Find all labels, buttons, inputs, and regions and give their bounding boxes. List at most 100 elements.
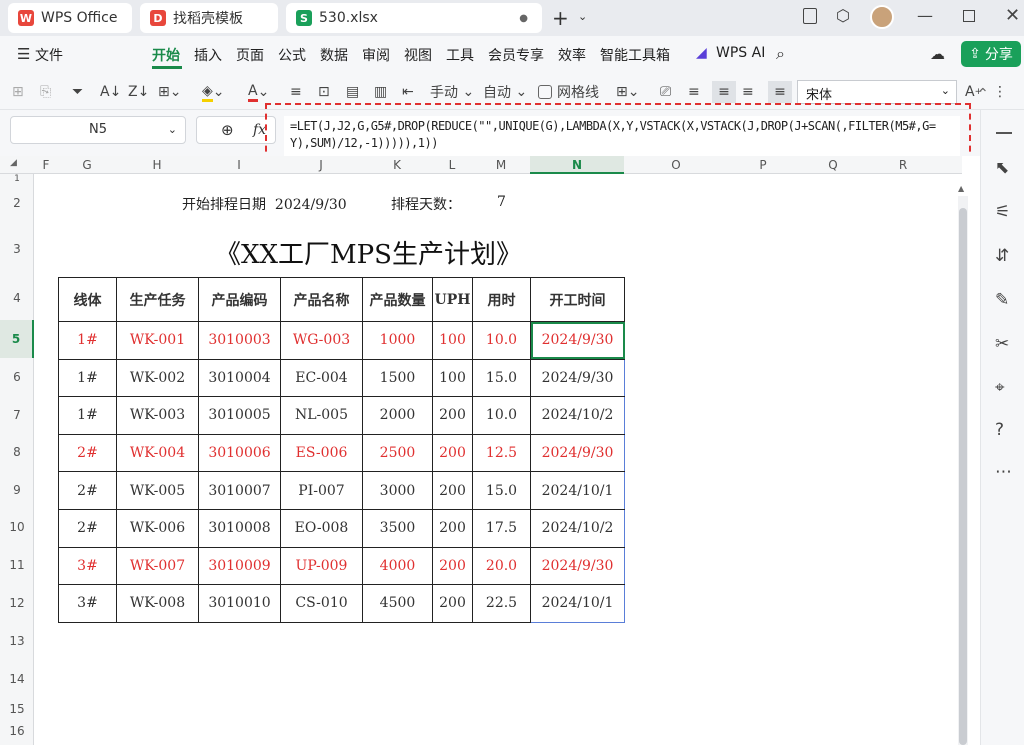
table-cell[interactable]: 1000 xyxy=(362,321,433,360)
column-header-I[interactable]: I xyxy=(198,156,280,174)
indent-icon[interactable]: ⇤ xyxy=(402,81,414,103)
fill-color-icon[interactable]: ◈ ⌄ xyxy=(202,81,225,103)
cloud-sync-icon[interactable]: ☁ xyxy=(930,45,945,63)
table-cell[interactable]: 2500 xyxy=(362,433,433,473)
menu-page[interactable]: 页面 xyxy=(236,45,264,65)
row-height-icon[interactable]: ▤ xyxy=(346,81,359,103)
hamburger-icon[interactable]: ☰ xyxy=(17,45,30,63)
menu-member[interactable]: 会员专享 xyxy=(488,45,544,65)
row-header-10[interactable]: 10 xyxy=(0,508,34,546)
table-cell[interactable]: WK-004 xyxy=(116,433,199,473)
table-cell[interactable]: 200 xyxy=(432,508,473,548)
table-cell[interactable]: 2024/10/2 xyxy=(530,508,625,548)
table-cell[interactable]: 3010007 xyxy=(198,471,281,510)
tab-530-xlsx[interactable]: S 530.xlsx ● xyxy=(286,3,542,33)
sort-desc-icon[interactable]: Z↓ xyxy=(128,81,149,103)
table-cell[interactable]: 3010008 xyxy=(198,508,281,548)
table-cell[interactable]: 2024/9/30 xyxy=(530,546,625,586)
row-header-11[interactable]: 11 xyxy=(0,546,34,584)
table-cell[interactable]: EC-004 xyxy=(280,358,363,398)
table-cell[interactable]: UP-009 xyxy=(280,546,363,586)
avatar[interactable] xyxy=(870,5,894,29)
table-cell[interactable]: 20.0 xyxy=(472,546,531,586)
table-cell[interactable]: 1# xyxy=(58,358,117,398)
font-select[interactable]: 宋体 ⌄ xyxy=(797,80,957,104)
column-header-R[interactable]: R xyxy=(868,156,938,174)
table-cell[interactable]: 3010009 xyxy=(198,546,281,586)
table-cell[interactable]: PI-007 xyxy=(280,471,363,510)
tools-icon[interactable]: ✂ xyxy=(995,334,1009,354)
paste-format-icon[interactable]: ⎘ xyxy=(40,81,51,103)
menu-efficiency[interactable]: 效率 xyxy=(558,45,586,65)
table-cell[interactable]: 200 xyxy=(432,584,473,623)
menu-home[interactable]: 开始 xyxy=(152,45,180,65)
new-tab-icon[interactable]: + xyxy=(552,6,569,30)
table-cell[interactable]: 17.5 xyxy=(472,508,531,548)
table-cell[interactable]: 200 xyxy=(432,433,473,473)
table-cell[interactable]: 200 xyxy=(432,396,473,435)
unsaved-dot-icon[interactable]: ● xyxy=(519,13,528,24)
column-header-L[interactable]: L xyxy=(432,156,472,174)
table-cell[interactable]: 100 xyxy=(432,321,473,360)
chevron-down-icon[interactable]: ⌄ xyxy=(578,10,587,23)
window-layout-icon[interactable] xyxy=(803,8,817,24)
header-cell[interactable]: 线体 xyxy=(58,277,117,322)
table-cell[interactable]: 3010010 xyxy=(198,584,281,623)
table-cell[interactable]: 3# xyxy=(58,584,117,623)
header-cell[interactable]: 用时 xyxy=(472,277,531,322)
collapse-panel-icon[interactable] xyxy=(996,132,1012,134)
menu-insert[interactable]: 插入 xyxy=(194,45,222,65)
table-cell[interactable]: 2# xyxy=(58,508,117,548)
minimize-icon[interactable]: — xyxy=(917,6,933,25)
column-header-G[interactable]: G xyxy=(58,156,116,174)
name-box[interactable]: N5 ⌄ xyxy=(10,116,186,144)
table-cell[interactable]: WK-002 xyxy=(116,358,199,398)
close-icon[interactable]: ✕ xyxy=(1005,5,1020,26)
row-header-8[interactable]: 8 xyxy=(0,433,34,471)
select-cursor-icon[interactable]: ⬉ xyxy=(995,158,1009,178)
table-cell[interactable]: WK-007 xyxy=(116,546,199,586)
table-cell[interactable]: 2000 xyxy=(362,396,433,435)
table-cell[interactable]: 15.0 xyxy=(472,358,531,398)
fx-icon[interactable]: fx xyxy=(253,122,266,138)
help-icon[interactable]: ? xyxy=(995,420,1004,440)
row-header-7[interactable]: 7 xyxy=(0,396,34,434)
row-header-1[interactable]: 1 xyxy=(0,174,34,184)
row-header-9[interactable]: 9 xyxy=(0,471,34,509)
style-brush-icon[interactable]: ✎ xyxy=(995,290,1009,310)
header-cell[interactable]: UPH xyxy=(432,277,473,322)
table-cell[interactable]: 1# xyxy=(58,321,117,360)
table-cell[interactable]: 22.5 xyxy=(472,584,531,623)
row-header-5[interactable]: 5 xyxy=(0,320,34,358)
row-header-3[interactable]: 3 xyxy=(0,222,34,276)
table-cell[interactable]: 2024/9/30 xyxy=(530,358,625,398)
table-cell[interactable]: 2024/10/1 xyxy=(530,584,625,623)
menu-data[interactable]: 数据 xyxy=(320,45,348,65)
column-header-M[interactable]: M xyxy=(472,156,530,174)
row-header-4[interactable]: 4 xyxy=(0,276,34,320)
menu-smart-toolbox[interactable]: 智能工具箱 xyxy=(600,45,670,65)
font-color-icon[interactable]: A ⌄ xyxy=(248,81,269,103)
table-cell[interactable]: CS-010 xyxy=(280,584,363,623)
table-cell[interactable]: 2024/10/2 xyxy=(530,396,625,435)
table-cell[interactable]: EO-008 xyxy=(280,508,363,548)
cube-icon[interactable]: ⬡ xyxy=(836,6,850,25)
table-cell[interactable]: 2# xyxy=(58,433,117,473)
table-cell[interactable]: 200 xyxy=(432,471,473,510)
menu-view[interactable]: 视图 xyxy=(404,45,432,65)
column-header-F[interactable]: F xyxy=(34,156,58,174)
row-header-15[interactable]: 15 xyxy=(0,698,34,720)
col-width-icon[interactable]: ▥ xyxy=(374,81,387,103)
maximize-icon[interactable] xyxy=(963,10,975,22)
table-cell[interactable]: NL-005 xyxy=(280,396,363,435)
align-middle-icon[interactable]: ≡ xyxy=(768,81,792,103)
row-header-13[interactable]: 13 xyxy=(0,622,34,660)
column-header-P[interactable]: P xyxy=(728,156,798,174)
table-cell[interactable]: 2024/10/1 xyxy=(530,471,625,510)
column-header-Q[interactable]: Q xyxy=(798,156,868,174)
table-style-icon[interactable]: ⊞⌄ xyxy=(616,81,639,103)
row-header-6[interactable]: 6 xyxy=(0,358,34,396)
table-cell[interactable]: WK-005 xyxy=(116,471,199,510)
table-cell[interactable]: 3010005 xyxy=(198,396,281,435)
table-cell[interactable]: 3500 xyxy=(362,508,433,548)
